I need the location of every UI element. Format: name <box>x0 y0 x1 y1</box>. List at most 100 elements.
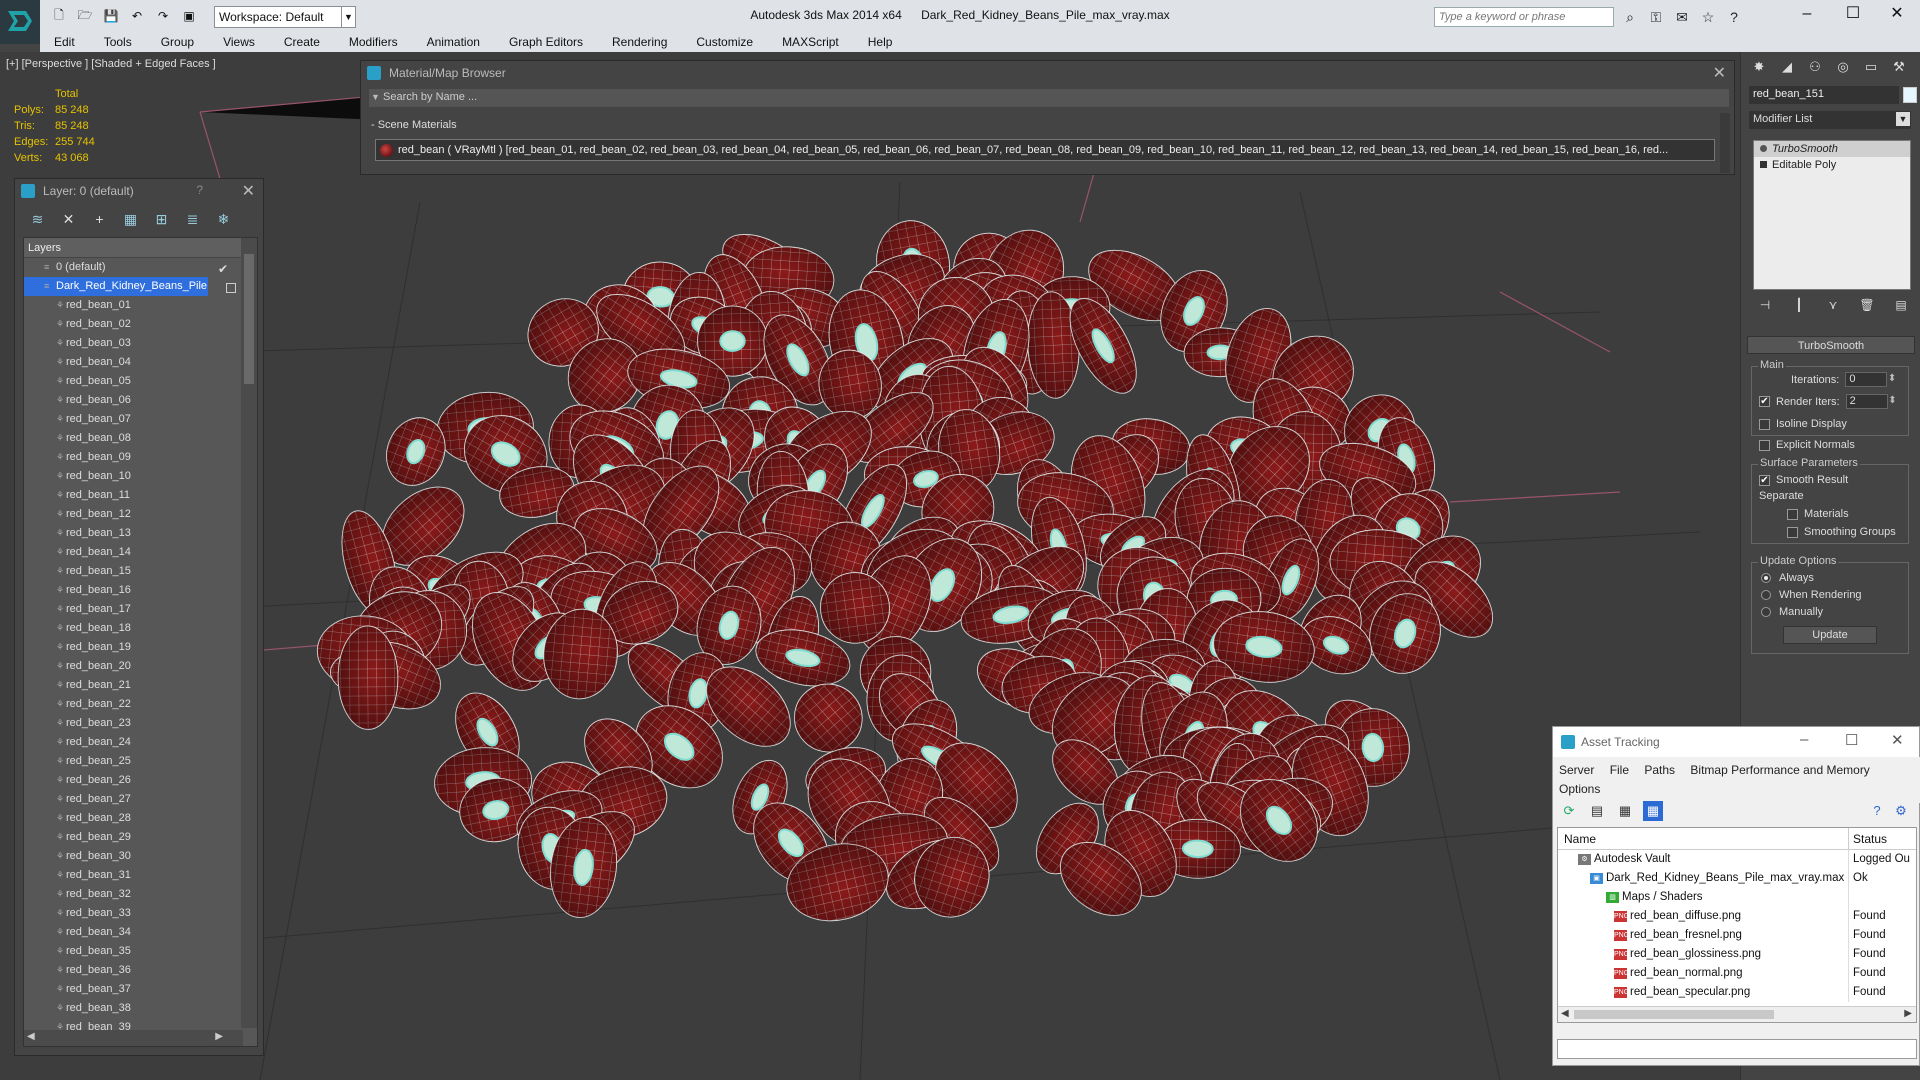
asset-row[interactable]: ⚙ Autodesk Vault Logged Ou <box>1558 850 1916 869</box>
thumbnail-view-icon[interactable]: ▦ <box>1615 801 1635 821</box>
pin-stack-icon[interactable]: ⊣ <box>1753 298 1777 316</box>
layer-object-item[interactable]: ⚘ red_bean_07 <box>24 410 234 429</box>
asset-row[interactable]: PNG red_bean_diffuse.png Found <box>1558 907 1916 926</box>
render-iters-spinner[interactable]: 2 <box>1845 394 1897 409</box>
favorites-star-icon[interactable]: ☆ <box>1698 7 1718 27</box>
layer-object-item[interactable]: ⚘ red_bean_11 <box>24 486 234 505</box>
asset-row[interactable]: PNG red_bean_specular.png Found <box>1558 983 1916 1002</box>
scene-materials-group[interactable]: - Scene Materials <box>369 119 1721 135</box>
menu-help[interactable]: Help <box>868 35 893 49</box>
stack-item-editable-poly[interactable]: Editable Poly <box>1754 157 1910 173</box>
menu-modifiers[interactable]: Modifiers <box>349 35 398 49</box>
layer-default[interactable]: ≡ 0 (default) ✔ <box>24 258 234 277</box>
maximize-button[interactable]: ☐ <box>1830 0 1876 30</box>
layer-explorer-titlebar[interactable]: Layer: 0 (default) ? ✕ <box>15 179 263 203</box>
expand-icon[interactable] <box>1760 161 1767 168</box>
menu-animation[interactable]: Animation <box>427 35 480 49</box>
layer-object-item[interactable]: ⚘ red_bean_02 <box>24 315 234 334</box>
menu-views[interactable]: Views <box>223 35 255 49</box>
lightbulb-icon[interactable] <box>1760 145 1767 152</box>
material-entry[interactable]: red_bean ( VRayMtl ) [red_bean_01, red_b… <box>375 139 1715 161</box>
material-search-input[interactable]: ▼ Search by Name ... <box>369 89 1729 107</box>
render-iters-checkbox[interactable]: ✔ <box>1759 396 1770 407</box>
asset-row[interactable]: PNG red_bean_glossiness.png Found <box>1558 945 1916 964</box>
object-name-field[interactable]: red_bean_151 <box>1749 86 1899 104</box>
always-radio[interactable] <box>1761 573 1771 583</box>
menu-paths[interactable]: Paths <box>1644 763 1675 777</box>
layer-object-item[interactable]: ⚘ red_bean_18 <box>24 619 234 638</box>
when-rendering-radio[interactable] <box>1761 590 1771 600</box>
asset-horizontal-scrollbar[interactable]: ◀ ▶ <box>1558 1006 1916 1022</box>
layer-object-item[interactable]: ⚘ red_bean_05 <box>24 372 234 391</box>
redo-icon[interactable]: ↷ <box>152 6 174 26</box>
add-to-layer-icon[interactable]: + <box>87 209 112 229</box>
layer-object-item[interactable]: ⚘ red_bean_27 <box>24 790 234 809</box>
layer-object-item[interactable]: ⚘ red_bean_10 <box>24 467 234 486</box>
maximize-button[interactable]: ☐ <box>1845 731 1858 749</box>
explicit-normals-checkbox[interactable] <box>1759 439 1770 451</box>
communication-center-icon[interactable]: ✉ <box>1672 7 1692 27</box>
modifier-list-dropdown[interactable]: Modifier List ▼ <box>1749 111 1911 129</box>
status-column-header[interactable]: Status <box>1853 832 1887 846</box>
settings-icon[interactable]: ⚙ <box>1891 801 1911 821</box>
hide-layers-icon[interactable]: ≣ <box>180 209 205 229</box>
layer-object-item[interactable]: ⚘ red_bean_22 <box>24 695 234 714</box>
scroll-right-icon[interactable]: ▶ <box>215 1031 223 1042</box>
name-column-header[interactable]: Name <box>1564 832 1596 846</box>
menu-bitmap-performance[interactable]: Bitmap Performance and Memory <box>1690 763 1869 777</box>
layer-object-item[interactable]: ⚘ red_bean_08 <box>24 429 234 448</box>
show-end-result-icon[interactable]: ┃ <box>1787 298 1811 316</box>
menu-create[interactable]: Create <box>284 35 320 49</box>
layer-object-item[interactable]: ⚘ red_bean_32 <box>24 885 234 904</box>
smooth-result-checkbox[interactable]: ✔ <box>1759 474 1770 486</box>
motion-tab-icon[interactable]: ◎ <box>1831 56 1855 78</box>
layer-horizontal-scrollbar[interactable]: ◀ ▶ <box>24 1030 243 1046</box>
list-view-icon[interactable]: ▤ <box>1587 801 1607 821</box>
layer-object-item[interactable]: ⚘ red_bean_33 <box>24 904 234 923</box>
layer-object-item[interactable]: ⚘ red_bean_14 <box>24 543 234 562</box>
separate-smoothing-groups-checkbox[interactable] <box>1787 526 1798 538</box>
new-file-icon[interactable]: 🗋 <box>48 6 70 26</box>
menu-server[interactable]: Server <box>1559 763 1594 777</box>
highlight-layer-icon[interactable]: ⊞ <box>149 209 174 229</box>
workspace-dropdown[interactable]: Workspace: Default ▼ <box>214 6 356 28</box>
separate-materials-checkbox[interactable] <box>1787 508 1798 520</box>
layer-object-item[interactable]: ⚘ red_bean_01 <box>24 296 234 315</box>
display-tab-icon[interactable]: ▭ <box>1859 56 1883 78</box>
turbosmooth-rollout-header[interactable]: TurboSmooth <box>1747 336 1915 354</box>
layer-object-item[interactable]: ⚘ red_bean_17 <box>24 600 234 619</box>
hierarchy-tab-icon[interactable]: ⚇ <box>1803 56 1827 78</box>
scroll-left-icon[interactable]: ◀ <box>27 1031 35 1042</box>
layer-object-item[interactable]: ⚘ red_bean_12 <box>24 505 234 524</box>
freeze-layers-icon[interactable]: ❄ <box>211 209 236 229</box>
close-icon[interactable]: ✕ <box>1713 63 1726 83</box>
layer-object-item[interactable]: ⚘ red_bean_09 <box>24 448 234 467</box>
layer-object-item[interactable]: ⚘ red_bean_19 <box>24 638 234 657</box>
menu-graph-editors[interactable]: Graph Editors <box>509 35 583 49</box>
update-button[interactable]: Update <box>1783 626 1877 644</box>
layer-object-item[interactable]: ⚘ red_bean_38 <box>24 999 234 1018</box>
layer-object-item[interactable]: ⚘ red_bean_23 <box>24 714 234 733</box>
asset-row[interactable]: ▣ Dark_Red_Kidney_Beans_Pile_max_vray.max… <box>1558 869 1916 888</box>
help-button[interactable]: ? <box>196 183 203 197</box>
create-layer-icon[interactable]: ≋ <box>25 209 50 229</box>
material-scrollbar[interactable] <box>1720 113 1730 173</box>
close-window-button[interactable]: ✕ <box>1874 0 1920 30</box>
app-menu-button[interactable] <box>0 0 40 44</box>
manually-radio[interactable] <box>1761 607 1771 617</box>
iterations-spinner[interactable]: 0 <box>1845 372 1896 387</box>
layer-object-item[interactable]: ⚘ red_bean_21 <box>24 676 234 695</box>
layer-beans-pile[interactable]: ≡ Dark_Red_Kidney_Beans_Pile <box>24 277 208 296</box>
layer-object-item[interactable]: ⚘ red_bean_15 <box>24 562 234 581</box>
layer-object-item[interactable]: ⚘ red_bean_37 <box>24 980 234 999</box>
layer-object-item[interactable]: ⚘ red_bean_20 <box>24 657 234 676</box>
asset-row[interactable]: ▥ Maps / Shaders <box>1558 888 1916 907</box>
layer-object-item[interactable]: ⚘ red_bean_35 <box>24 942 234 961</box>
layer-object-item[interactable]: ⚘ red_bean_16 <box>24 581 234 600</box>
project-folder-icon[interactable]: ▣ <box>178 6 200 26</box>
layers-column-header[interactable]: Layers <box>24 238 244 258</box>
layer-object-item[interactable]: ⚘ red_bean_26 <box>24 771 234 790</box>
layer-object-item[interactable]: ⚘ red_bean_03 <box>24 334 234 353</box>
minimize-button[interactable]: – <box>1784 0 1830 30</box>
layer-object-item[interactable]: ⚘ red_bean_30 <box>24 847 234 866</box>
